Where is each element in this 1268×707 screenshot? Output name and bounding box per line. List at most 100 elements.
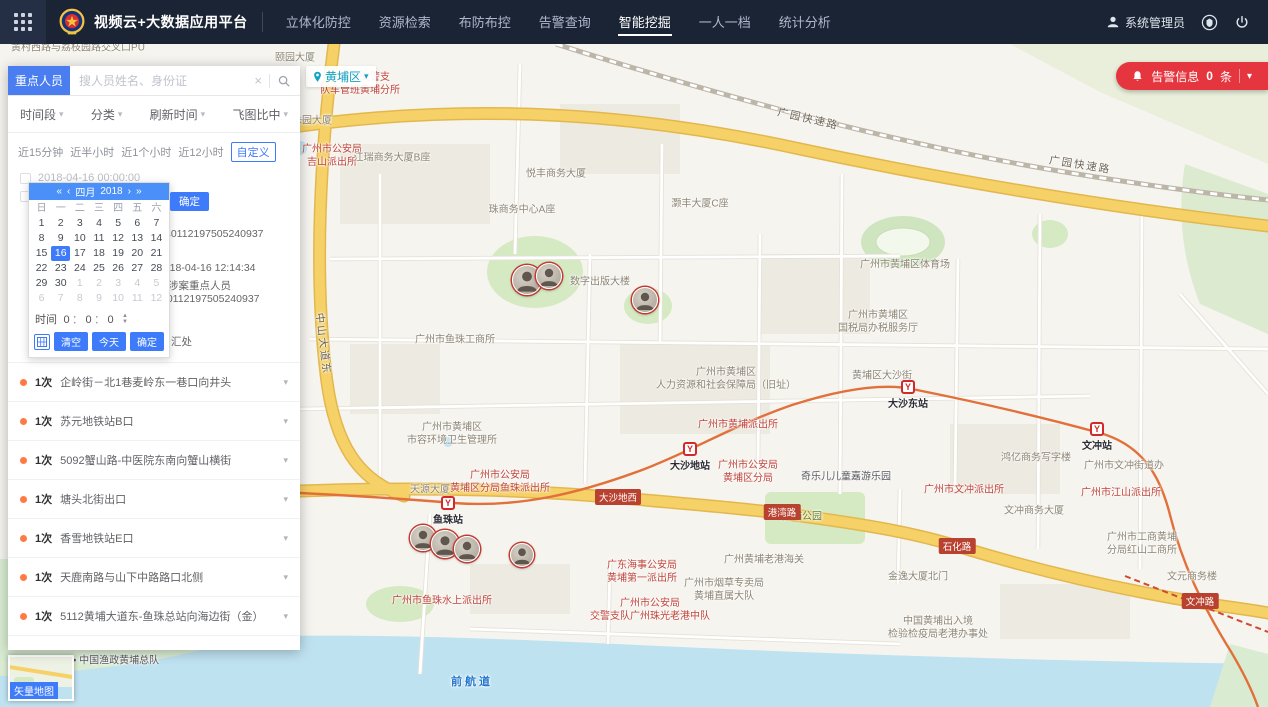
time-value[interactable]: 0 [106,314,115,326]
calendar-day[interactable]: 13 [128,231,147,246]
calendar-day[interactable]: 29 [32,276,51,291]
calendar-day[interactable]: 20 [128,246,147,261]
calendar-day[interactable]: 10 [70,231,89,246]
app-grid-button[interactable] [0,0,46,44]
calendar-day[interactable]: 24 [70,261,89,276]
chevron-down-icon[interactable]: ▾ [283,377,288,388]
calendar-year[interactable]: 2018 [100,186,122,197]
calendar-day[interactable]: 17 [70,246,89,261]
calendar-day[interactable]: 25 [89,261,108,276]
calendar-day[interactable]: 28 [147,261,166,276]
calendar-footer-button[interactable]: 清空 [54,332,88,351]
metro-station-marker[interactable]: Y鱼珠站 [433,496,463,526]
calendar-day[interactable]: 14 [147,231,166,246]
map-type-toggle[interactable]: 矢量地图 [10,682,58,699]
calendar-day[interactable]: 8 [70,291,89,306]
list-item[interactable]: 1次天鹿南路与山下中路路口北侧▾ [8,558,300,597]
nav-item[interactable]: 一人一档 [698,9,752,36]
prev-month-button[interactable]: ‹ [67,187,70,197]
quick-time-button[interactable]: 近半小时 [70,144,114,160]
filter-dropdown[interactable]: 刷新时间▾ [150,106,206,123]
nav-item[interactable]: 布防布控 [458,9,512,36]
prev-year-button[interactable]: « [56,187,62,197]
nav-item[interactable]: 资源检索 [378,9,432,36]
search-icon[interactable] [277,74,291,88]
list-item[interactable]: 1次香雪地铁站E口▾ [8,519,300,558]
next-month-button[interactable]: › [128,187,131,197]
calendar-day[interactable]: 2 [51,216,70,231]
security-badge-icon[interactable] [1201,14,1218,31]
confirm-button[interactable]: 确定 [170,192,209,211]
calendar-day[interactable]: 9 [89,291,108,306]
calendar-day[interactable]: 8 [32,231,51,246]
calendar-day[interactable]: 3 [70,216,89,231]
calendar-day[interactable]: 7 [51,291,70,306]
chevron-down-icon[interactable]: ▾ [1247,71,1252,82]
list-item[interactable]: 1次5092蟹山路-中医院东南向蟹山横街▾ [8,441,300,480]
metro-station-marker[interactable]: Y文冲站 [1082,422,1112,452]
calendar-icon[interactable] [34,334,50,350]
calendar-day[interactable]: 6 [128,216,147,231]
clear-icon[interactable]: × [254,74,262,87]
calendar-day[interactable]: 23 [51,261,70,276]
calendar-day[interactable]: 22 [32,261,51,276]
calendar-day[interactable]: 12 [109,231,128,246]
filter-dropdown[interactable]: 飞图比中▾ [232,106,288,123]
calendar-day[interactable]: 7 [147,216,166,231]
nav-item[interactable]: 立体化防控 [285,9,352,36]
calendar-footer-button[interactable]: 确定 [130,332,164,351]
metro-station-marker[interactable]: Y大沙东站 [888,380,928,410]
power-icon[interactable] [1234,14,1250,30]
list-item[interactable]: 1次5112黄埔大道东-鱼珠总站向海边街（金）▾ [8,597,300,636]
calendar-day[interactable]: 3 [109,276,128,291]
calendar-day[interactable]: 1 [70,276,89,291]
calendar-day[interactable]: 27 [128,261,147,276]
search-input[interactable] [79,74,247,88]
list-item[interactable]: 1次塘头北街出口▾ [8,480,300,519]
chevron-down-icon[interactable]: ▾ [283,494,288,505]
calendar-day[interactable]: 12 [147,291,166,306]
quick-time-button[interactable]: 近15分钟 [18,144,63,160]
time-value[interactable]: 0 [62,314,71,326]
metro-station-marker[interactable]: Y大沙地站 [670,442,710,472]
calendar-day[interactable]: 5 [109,216,128,231]
calendar-day[interactable]: 2 [89,276,108,291]
person-photo-marker[interactable] [454,536,480,562]
user-menu[interactable]: 系统管理员 [1106,14,1185,31]
chevron-down-icon[interactable]: ▾ [283,416,288,427]
calendar-month[interactable]: 四月 [75,184,95,199]
time-stepper[interactable]: ▲▼ [122,313,128,325]
calendar-day[interactable]: 5 [147,276,166,291]
calendar-day[interactable]: 6 [32,291,51,306]
calendar-day[interactable]: 15 [32,246,51,261]
chevron-down-icon[interactable]: ▾ [283,611,288,622]
calendar-day[interactable]: 21 [147,246,166,261]
minimap[interactable]: 矢量地图 [8,655,74,701]
time-value[interactable]: 0 [84,314,93,326]
calendar-day[interactable]: 30 [51,276,70,291]
person-photo-marker[interactable] [632,287,658,313]
chevron-down-icon[interactable]: ▾ [283,455,288,466]
calendar-day[interactable]: 9 [51,231,70,246]
region-selector[interactable]: 黄埔区 ▾ [306,66,376,87]
chevron-down-icon[interactable]: ▾ [283,572,288,583]
nav-item[interactable]: 智能挖掘 [618,9,672,36]
tab-key-persons[interactable]: 重点人员 [8,66,70,95]
calendar-day[interactable]: 19 [109,246,128,261]
calendar-day[interactable]: 1 [32,216,51,231]
chevron-down-icon[interactable]: ▾ [283,533,288,544]
quick-time-button[interactable]: 近12小时 [178,144,223,160]
person-photo-marker[interactable] [536,263,562,289]
calendar-day[interactable]: 16 [51,246,70,261]
calendar-day[interactable]: 26 [109,261,128,276]
filter-dropdown[interactable]: 分类▾ [91,106,123,123]
calendar-footer-button[interactable]: 今天 [92,332,126,351]
quick-time-button[interactable]: 自定义 [231,142,276,162]
nav-item[interactable]: 告警查询 [538,9,592,36]
calendar-day[interactable]: 11 [89,231,108,246]
calendar-day[interactable]: 4 [128,276,147,291]
filter-dropdown[interactable]: 时间段▾ [20,106,64,123]
next-year-button[interactable]: » [136,187,142,197]
alert-button[interactable]: 告警信息 0 条 ▾ [1116,62,1268,90]
calendar-day[interactable]: 4 [89,216,108,231]
